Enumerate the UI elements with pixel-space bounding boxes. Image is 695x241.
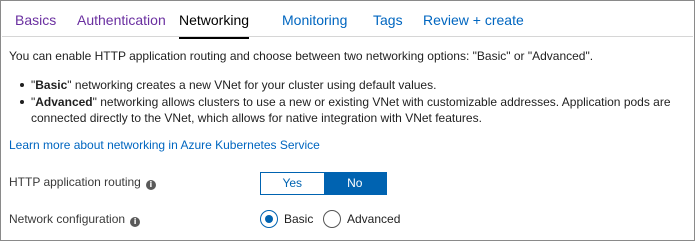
network-config-label: Network configuration [9,212,126,226]
tab-networking[interactable]: Networking [179,11,250,39]
bullet-advanced: "Advanced" networking allows clusters to… [20,94,691,126]
bullet-basic-text: networking creates a new VNet for your c… [71,78,437,92]
intro-text: You can enable HTTP application routing … [9,49,594,63]
radio-advanced-label: Advanced [347,212,401,226]
active-tab-underline [179,37,250,39]
tab-review-create[interactable]: Review + create [423,11,524,29]
yes-option[interactable]: Yes [261,173,324,194]
info-icon[interactable]: i [145,180,156,190]
tab-monitoring[interactable]: Monitoring [282,11,347,29]
http-routing-toggle: Yes No [260,172,387,195]
radio-basic[interactable]: Basic [260,209,313,229]
bullet-advanced-term: Advanced [35,95,93,109]
learn-more-link[interactable]: Learn more about networking in Azure Kub… [9,138,320,153]
network-config-label-row: Network configuration i [9,212,141,227]
info-icon[interactable]: i [130,217,141,227]
radio-advanced[interactable]: Advanced [323,209,400,229]
networking-panel: Basics Authentication Networking Monitor… [0,0,695,241]
bullet-basic-term: Basic [35,78,68,92]
tab-basics[interactable]: Basics [15,11,56,29]
radio-checked-icon [260,210,278,228]
radio-basic-label: Basic [284,212,314,226]
tab-networking-label: Networking [179,12,250,28]
no-option[interactable]: No [323,173,386,194]
tab-authentication[interactable]: Authentication [77,11,166,29]
tab-tags[interactable]: Tags [373,11,403,29]
http-routing-label: HTTP application routing [9,175,141,189]
bullet-basic: "Basic" networking creates a new VNet fo… [20,77,691,93]
http-routing-label-row: HTTP application routing i [9,175,156,190]
bullet-advanced-text: networking allows clusters to use a new … [31,95,671,125]
radio-unchecked-icon [323,210,341,228]
tab-bar: Basics Authentication Networking Monitor… [2,2,693,39]
